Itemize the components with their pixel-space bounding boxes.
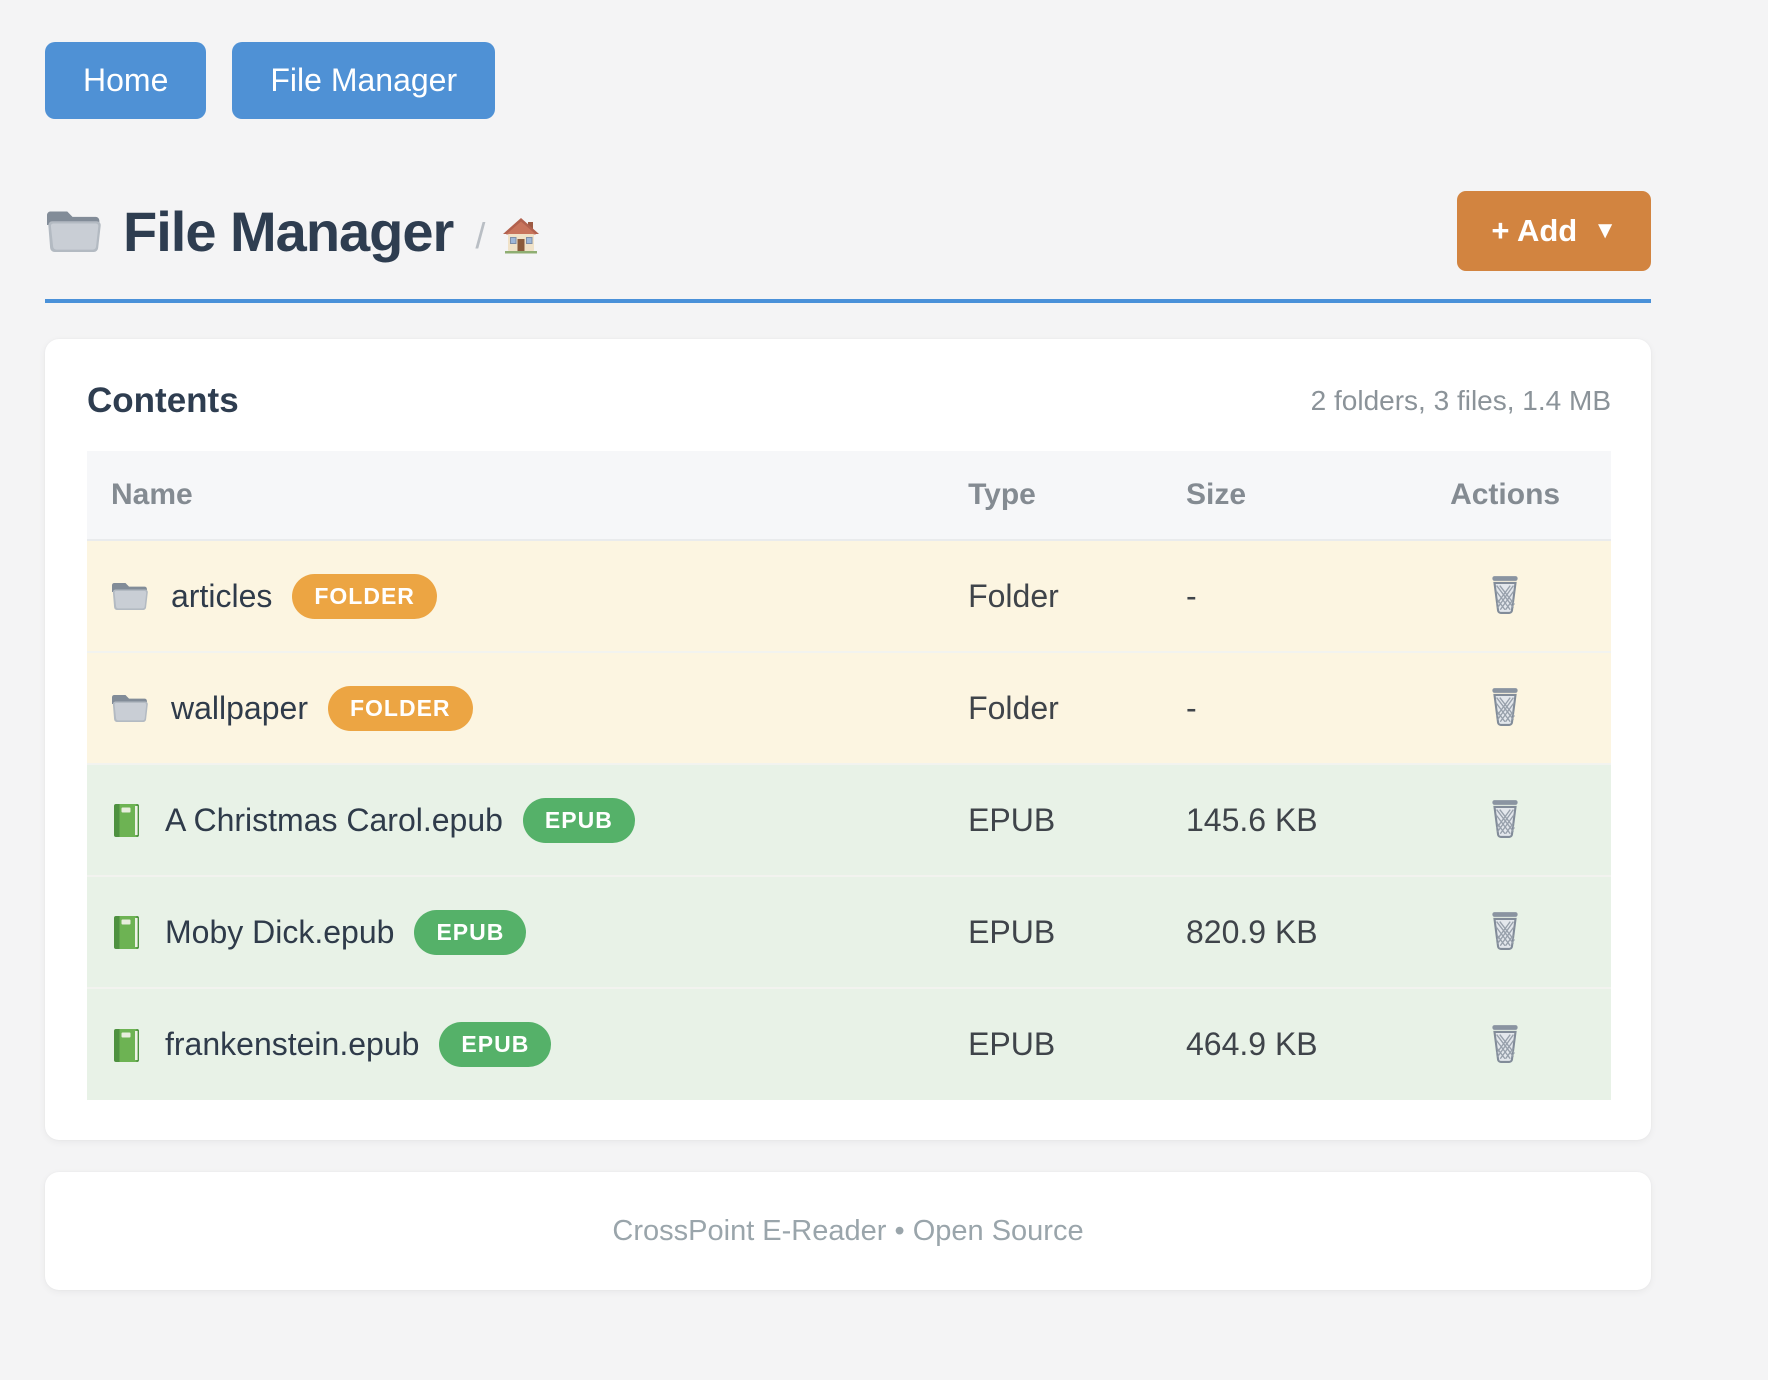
table-row[interactable]: articles FOLDER Folder -	[87, 540, 1611, 652]
file-size: -	[1166, 652, 1399, 764]
file-link[interactable]: wallpaper FOLDER	[111, 686, 928, 731]
book-icon	[111, 1026, 143, 1064]
type-badge: EPUB	[439, 1022, 551, 1067]
delete-button[interactable]	[1483, 569, 1527, 619]
file-name: A Christmas Carol.epub	[165, 802, 503, 839]
folder-icon	[111, 579, 149, 613]
trash-icon	[1487, 909, 1523, 951]
file-name: frankenstein.epub	[165, 1026, 419, 1063]
nav-home-button[interactable]: Home	[45, 42, 206, 119]
column-header-type: Type	[948, 451, 1166, 540]
file-name: Moby Dick.epub	[165, 914, 394, 951]
file-link[interactable]: Moby Dick.epub EPUB	[111, 910, 928, 955]
page: Home File Manager File Manager /	[0, 0, 1768, 1290]
delete-button[interactable]	[1483, 1018, 1527, 1068]
file-size: 464.9 KB	[1166, 988, 1399, 1100]
delete-button[interactable]	[1483, 793, 1527, 843]
panel-title: Contents	[87, 381, 239, 421]
contents-panel: Contents 2 folders, 3 files, 1.4 MB Name…	[45, 339, 1651, 1140]
file-type: Folder	[948, 540, 1166, 652]
delete-button[interactable]	[1483, 905, 1527, 955]
top-nav: Home File Manager	[45, 42, 1651, 119]
type-badge: EPUB	[523, 798, 635, 843]
type-badge: FOLDER	[292, 574, 437, 619]
file-name: wallpaper	[171, 690, 308, 727]
column-header-size: Size	[1166, 451, 1399, 540]
file-type: EPUB	[948, 988, 1166, 1100]
book-icon	[111, 801, 143, 839]
trash-icon	[1487, 573, 1523, 615]
table-row[interactable]: frankenstein.epub EPUB EPUB 464.9 KB	[87, 988, 1611, 1100]
file-type: EPUB	[948, 764, 1166, 876]
caret-down-icon: ▼	[1593, 217, 1617, 245]
trash-icon	[1487, 797, 1523, 839]
table-row[interactable]: Moby Dick.epub EPUB EPUB 820.9 KB	[87, 876, 1611, 988]
file-link[interactable]: frankenstein.epub EPUB	[111, 1022, 928, 1067]
file-table: Name Type Size Actions articles FOLDER F…	[87, 451, 1611, 1100]
file-type: Folder	[948, 652, 1166, 764]
delete-button[interactable]	[1483, 681, 1527, 731]
table-row[interactable]: wallpaper FOLDER Folder -	[87, 652, 1611, 764]
file-table-head: Name Type Size Actions	[87, 451, 1611, 540]
type-badge: EPUB	[414, 910, 526, 955]
add-button[interactable]: + Add ▼	[1457, 191, 1651, 271]
type-badge: FOLDER	[328, 686, 473, 731]
contents-header: Contents 2 folders, 3 files, 1.4 MB	[87, 381, 1611, 421]
trash-icon	[1487, 685, 1523, 727]
file-link[interactable]: A Christmas Carol.epub EPUB	[111, 798, 928, 843]
file-name: articles	[171, 578, 272, 615]
page-title: File Manager	[123, 199, 453, 264]
book-icon	[111, 913, 143, 951]
column-header-actions: Actions	[1399, 451, 1611, 540]
breadcrumb-separator: /	[475, 215, 485, 257]
trash-icon	[1487, 1022, 1523, 1064]
title-underline	[45, 299, 1651, 303]
title-group: File Manager /	[45, 199, 541, 264]
title-row: File Manager / + Add ▼	[45, 191, 1651, 271]
file-link[interactable]: articles FOLDER	[111, 574, 928, 619]
folder-icon	[111, 691, 149, 725]
file-size: -	[1166, 540, 1399, 652]
file-size: 820.9 KB	[1166, 876, 1399, 988]
nav-file-manager-button[interactable]: File Manager	[232, 42, 495, 119]
file-type: EPUB	[948, 876, 1166, 988]
table-row[interactable]: A Christmas Carol.epub EPUB EPUB 145.6 K…	[87, 764, 1611, 876]
file-table-body: articles FOLDER Folder -	[87, 540, 1611, 1100]
home-icon[interactable]	[501, 215, 541, 255]
file-size: 145.6 KB	[1166, 764, 1399, 876]
column-header-name: Name	[87, 451, 948, 540]
footer: CrossPoint E-Reader • Open Source	[45, 1172, 1651, 1290]
footer-text: CrossPoint E-Reader • Open Source	[612, 1215, 1083, 1248]
add-button-label: + Add	[1491, 213, 1577, 249]
folder-icon	[45, 207, 103, 255]
contents-summary: 2 folders, 3 files, 1.4 MB	[1311, 385, 1611, 417]
